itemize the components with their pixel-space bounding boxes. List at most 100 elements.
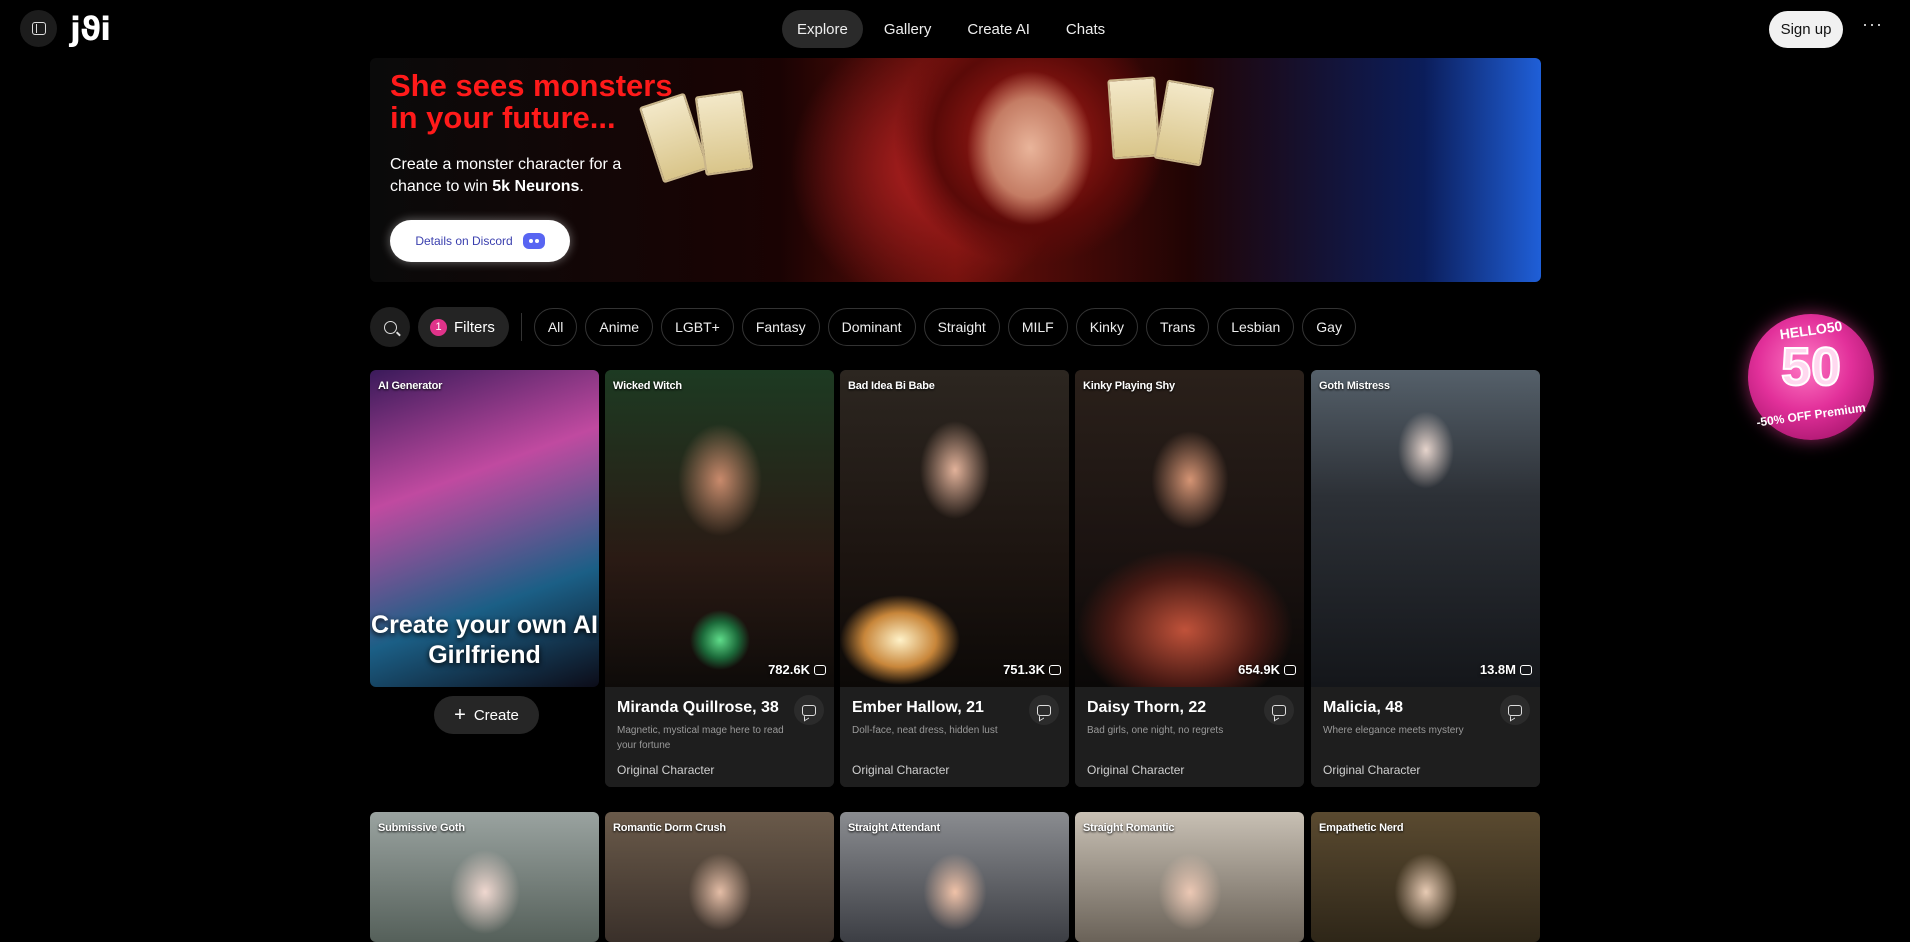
- card-body: Malicia, 48 Where elegance meets mystery…: [1311, 687, 1540, 787]
- card-tag: Empathetic Nerd: [1319, 822, 1404, 834]
- character-portrait: [1075, 370, 1304, 687]
- banner-subtitle-bold: 5k Neurons: [492, 178, 580, 195]
- card-tag: Bad Idea Bi Babe: [848, 380, 935, 392]
- promo-banner[interactable]: She sees monsters in your future... Crea…: [370, 58, 1541, 282]
- character-card[interactable]: Straight Attendant: [840, 812, 1069, 942]
- character-card[interactable]: Kinky Playing Shy 654.9K Daisy Thorn, 22…: [1075, 370, 1304, 787]
- card-tag: AI Generator: [378, 380, 443, 392]
- card-body: Daisy Thorn, 22 Bad girls, one night, no…: [1075, 687, 1304, 787]
- character-name: Miranda Quillrose, 38: [617, 699, 779, 716]
- chat-count: 13.8M: [1480, 662, 1532, 677]
- character-card[interactable]: Straight Romantic: [1075, 812, 1304, 942]
- chat-count: 782.6K: [768, 662, 826, 677]
- chat-icon: [1037, 704, 1051, 716]
- character-name: Malicia, 48: [1323, 699, 1404, 716]
- tag-lgbt[interactable]: LGBT+: [661, 308, 734, 346]
- ai-generator-card[interactable]: AI Generator Create your own AI Girlfrie…: [370, 370, 599, 687]
- character-portrait: [1311, 370, 1540, 687]
- tag-fantasy[interactable]: Fantasy: [741, 308, 820, 346]
- tag-kinky[interactable]: Kinky: [1075, 308, 1138, 346]
- chat-count-value: 654.9K: [1238, 662, 1280, 677]
- sidebar-toggle-button[interactable]: [20, 10, 57, 47]
- premium-discount-badge[interactable]: HELLO50 50 -50% OFF Premium: [1748, 314, 1874, 440]
- filters-button[interactable]: 1 Filters: [418, 307, 509, 347]
- start-chat-button[interactable]: [1264, 695, 1294, 725]
- filters-label: Filters: [454, 318, 495, 336]
- tag-trans[interactable]: Trans: [1145, 308, 1210, 346]
- banner-title: She sees monsters in your future...: [390, 70, 673, 134]
- chat-count-value: 751.3K: [1003, 662, 1045, 677]
- tarot-card-image: [1107, 76, 1161, 160]
- character-origin: Original Character: [1087, 763, 1185, 777]
- tag-milf[interactable]: MILF: [1007, 308, 1068, 346]
- tag-gay[interactable]: Gay: [1302, 308, 1356, 346]
- character-card[interactable]: Wicked Witch 782.6K Miranda Quillrose, 3…: [605, 370, 834, 787]
- chat-icon: [1272, 704, 1286, 716]
- character-portrait: [605, 370, 834, 687]
- discord-button[interactable]: Details on Discord: [390, 220, 570, 262]
- tag-anime[interactable]: Anime: [585, 308, 654, 346]
- sidebar-icon: [31, 22, 46, 35]
- logo[interactable]: jϑi: [70, 10, 111, 48]
- character-name: Ember Hallow, 21: [852, 699, 984, 716]
- filters-count-badge: 1: [430, 318, 447, 336]
- card-tag: Goth Mistress: [1319, 380, 1390, 392]
- chat-bubbles-icon: [1049, 664, 1061, 675]
- character-name: Daisy Thorn, 22: [1087, 699, 1207, 716]
- create-button-label: Create: [473, 706, 519, 724]
- search-button[interactable]: [370, 307, 410, 347]
- promo-number: 50: [1780, 336, 1842, 398]
- start-chat-button[interactable]: [1029, 695, 1059, 725]
- character-card[interactable]: Bad Idea Bi Babe 751.3K Ember Hallow, 21…: [840, 370, 1069, 787]
- chat-count: 751.3K: [1003, 662, 1061, 677]
- plus-icon: +: [454, 704, 466, 726]
- divider: [520, 313, 522, 341]
- start-chat-button[interactable]: [1500, 695, 1530, 725]
- generator-title: Create your own AI Girlfriend: [371, 611, 598, 669]
- card-tag: Straight Romantic: [1083, 822, 1175, 834]
- chat-count: 654.9K: [1238, 662, 1296, 677]
- start-chat-button[interactable]: [794, 695, 824, 725]
- character-description: Where elegance meets mystery: [1323, 725, 1464, 736]
- signup-button[interactable]: Sign up: [1769, 11, 1843, 48]
- character-description: Magnetic, mystical mage here to read you…: [617, 725, 784, 751]
- nav-chats[interactable]: Chats: [1051, 10, 1120, 48]
- card-tag: Straight Attendant: [848, 822, 940, 834]
- promo-label: -50% OFF Premium: [1755, 400, 1867, 430]
- banner-title-line: in your future...: [390, 100, 616, 135]
- character-description: Bad girls, one night, no regrets: [1087, 725, 1224, 736]
- chat-bubbles-icon: [814, 664, 826, 675]
- card-body: Ember Hallow, 21 Doll-face, neat dress, …: [840, 687, 1069, 787]
- tag-straight[interactable]: Straight: [923, 308, 1000, 346]
- character-card[interactable]: Goth Mistress 13.8M Malicia, 48 Where el…: [1311, 370, 1540, 787]
- character-origin: Original Character: [617, 763, 715, 777]
- banner-title-line: She sees monsters: [390, 68, 673, 103]
- nav-gallery[interactable]: Gallery: [869, 10, 947, 48]
- nav-create-ai[interactable]: Create AI: [952, 10, 1045, 48]
- filter-bar: 1 Filters All Anime LGBT+ Fantasy Domina…: [370, 307, 1356, 347]
- chat-icon: [1508, 704, 1522, 716]
- top-bar: jϑi Explore Gallery Create AI Chats Sign…: [0, 0, 1910, 58]
- chat-bubbles-icon: [1284, 664, 1296, 675]
- tag-all[interactable]: All: [533, 308, 578, 346]
- character-origin: Original Character: [1323, 763, 1421, 777]
- search-icon: [383, 320, 397, 334]
- more-menu-icon[interactable]: ···: [1862, 14, 1883, 35]
- tag-lesbian[interactable]: Lesbian: [1217, 308, 1295, 346]
- tag-dominant[interactable]: Dominant: [827, 308, 916, 346]
- character-card[interactable]: Romantic Dorm Crush: [605, 812, 834, 942]
- chat-icon: [802, 704, 816, 716]
- card-tag: Wicked Witch: [613, 380, 682, 392]
- character-card[interactable]: Submissive Goth: [370, 812, 599, 942]
- character-portrait: [840, 370, 1069, 687]
- card-tag: Submissive Goth: [378, 822, 465, 834]
- banner-subtitle: Create a monster character for a chance …: [390, 154, 650, 198]
- chat-count-value: 13.8M: [1479, 662, 1516, 677]
- character-card[interactable]: Empathetic Nerd: [1311, 812, 1540, 942]
- tarot-card-image: [694, 90, 754, 176]
- create-button[interactable]: + Create: [434, 696, 539, 734]
- chat-bubbles-icon: [1520, 664, 1532, 675]
- card-body: Miranda Quillrose, 38 Magnetic, mystical…: [605, 687, 834, 787]
- card-tag: Romantic Dorm Crush: [613, 822, 726, 834]
- nav-explore[interactable]: Explore: [782, 10, 863, 48]
